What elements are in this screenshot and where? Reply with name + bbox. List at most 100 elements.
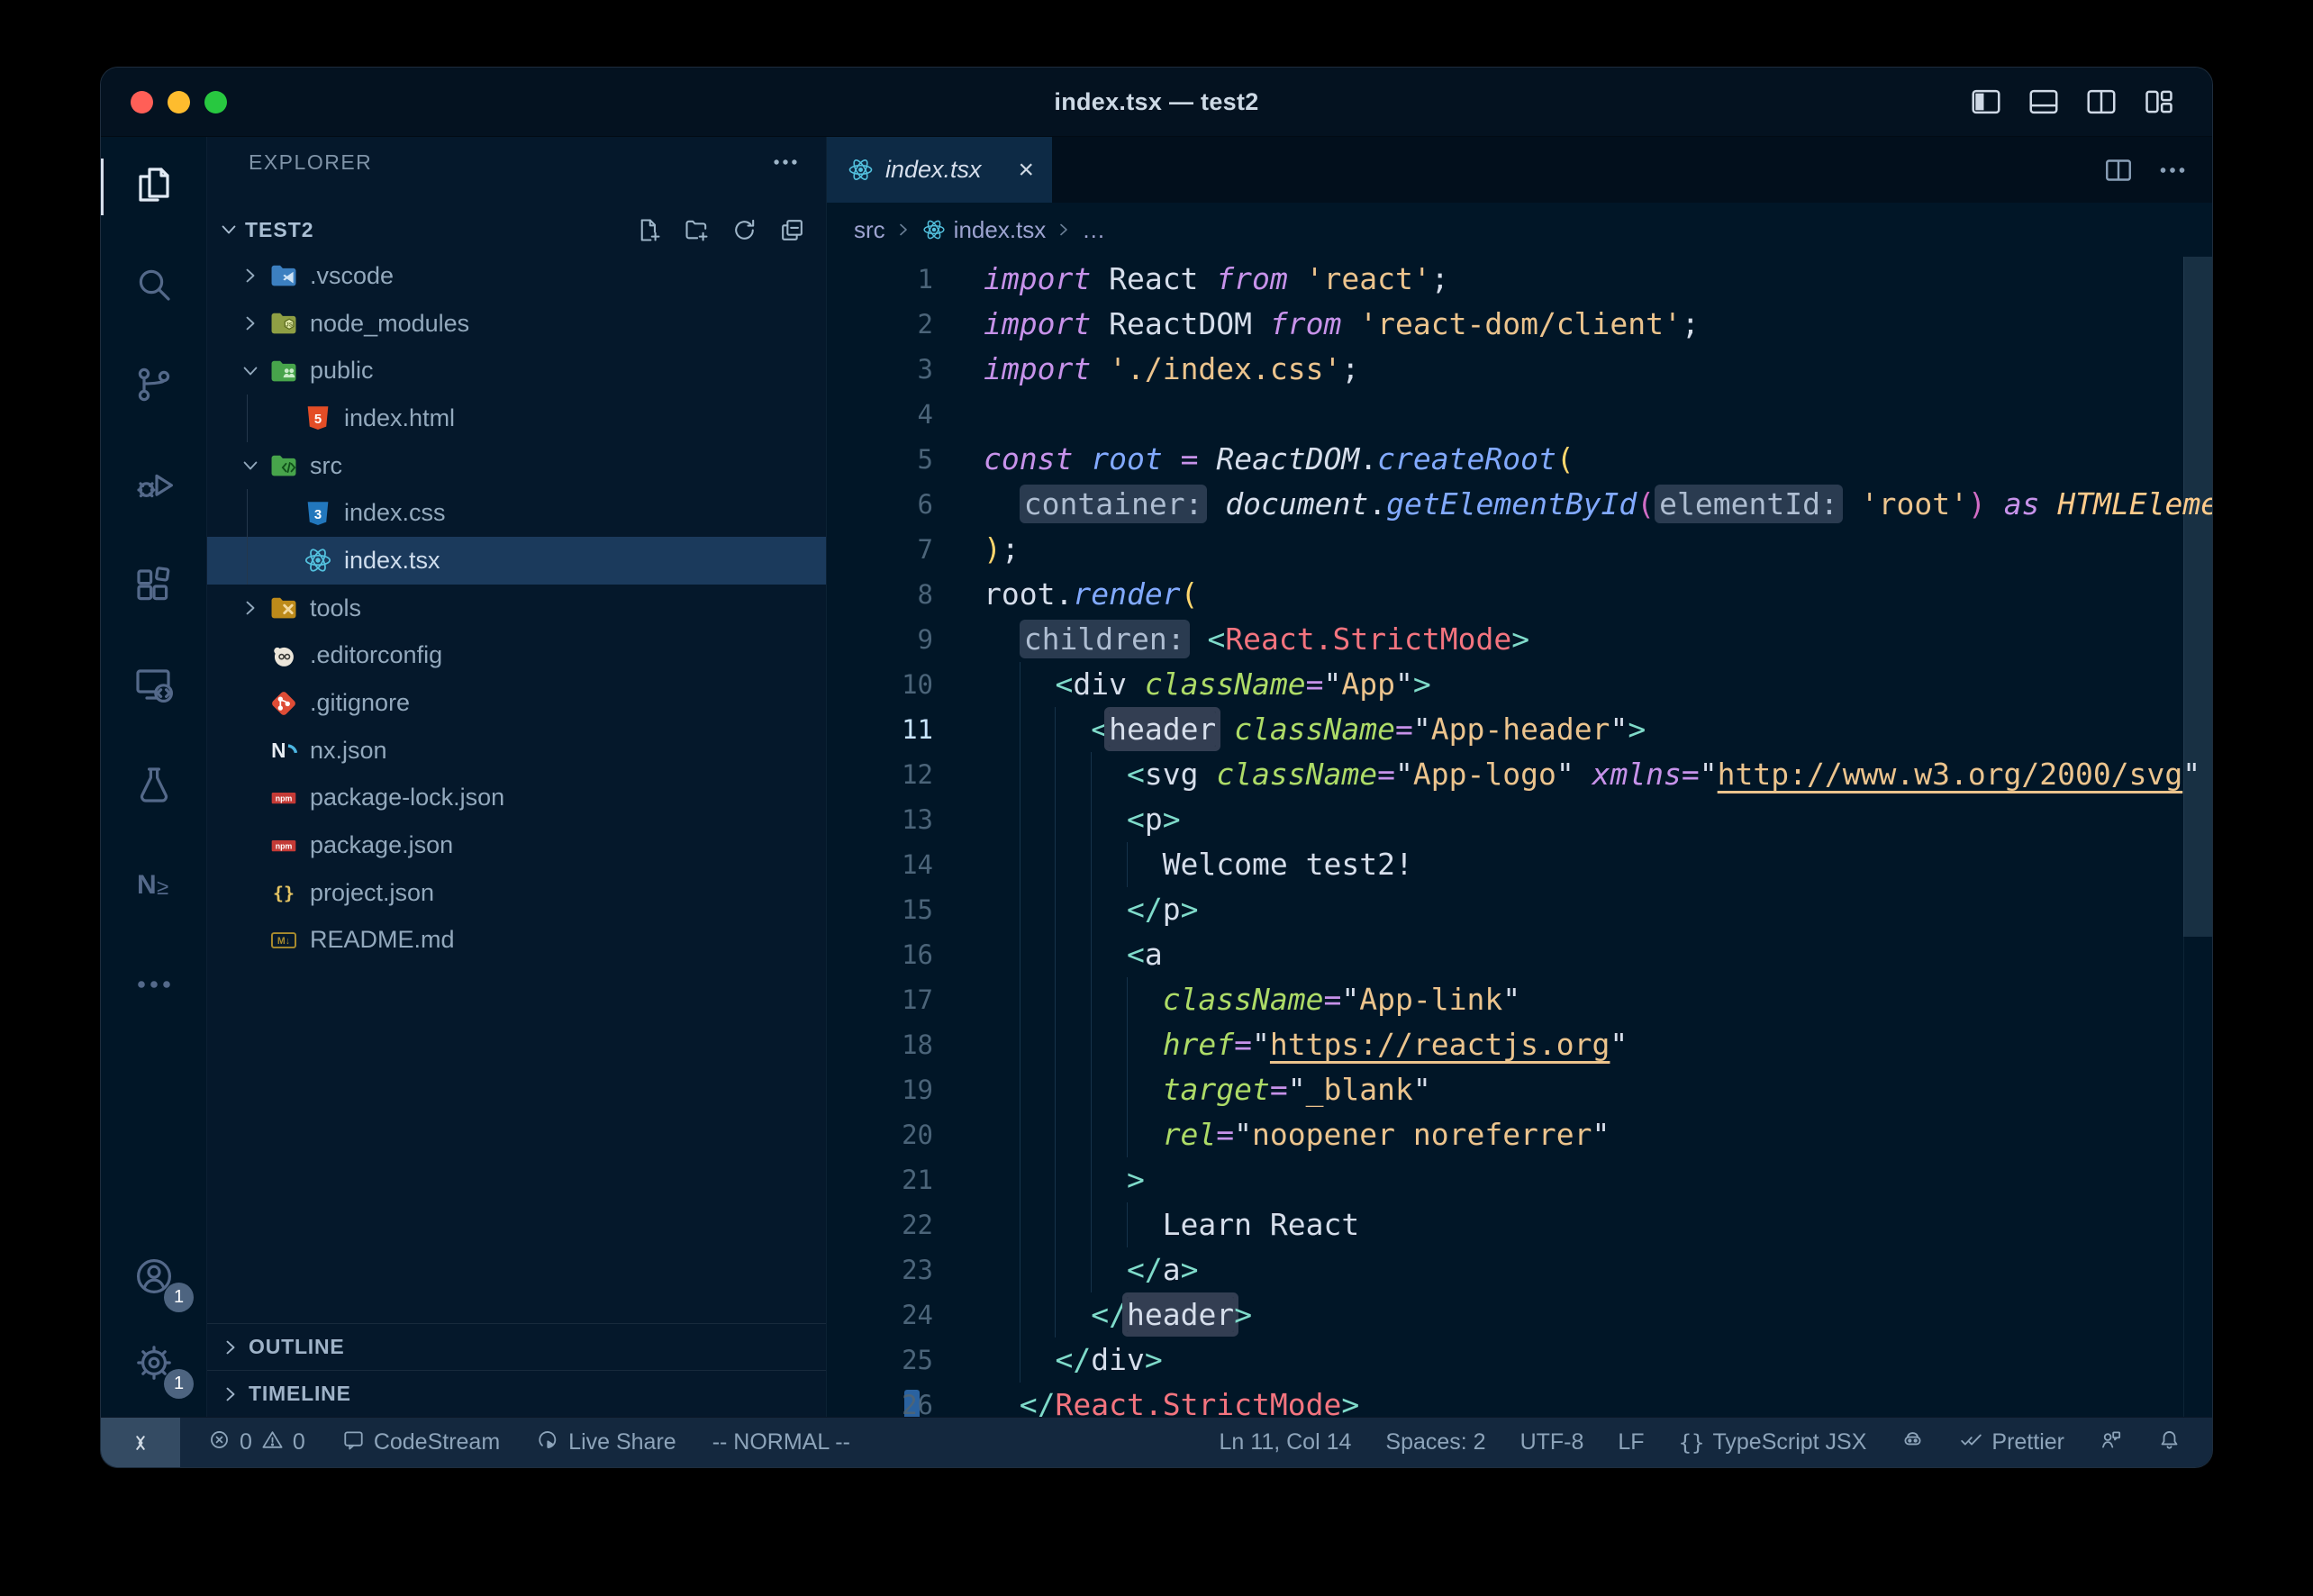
breadcrumb-item[interactable]: src — [854, 216, 885, 244]
tree-item-index-tsx[interactable]: index.tsx — [207, 537, 826, 585]
panel-outline[interactable]: OUTLINE — [207, 1323, 826, 1370]
code-line-18[interactable]: 18 href="https://reactjs.org" — [827, 1022, 2212, 1067]
layout-grid-icon[interactable] — [2142, 85, 2176, 119]
status-language-mode[interactable]: {}TypeScript JSX — [1679, 1429, 1867, 1455]
ellipsis-icon[interactable] — [2156, 154, 2189, 186]
chevron-down-icon[interactable] — [238, 358, 265, 384]
activity-nx-console[interactable]: N≥ — [101, 837, 206, 937]
tree-item-editorconfig[interactable]: .editorconfig — [207, 632, 826, 680]
chevron-down-icon[interactable] — [238, 453, 265, 478]
react-icon — [303, 545, 333, 576]
workspace-section-header[interactable]: TEST2 — [207, 207, 826, 252]
chevron-right-icon[interactable] — [238, 311, 265, 336]
close-tab-icon[interactable]: × — [1018, 157, 1034, 184]
remote-indicator[interactable] — [101, 1418, 180, 1467]
tree-item-nx-json[interactable]: Nnx.json — [207, 727, 826, 775]
code-line-9[interactable]: 9 children: <React.StrictMode> — [827, 617, 2212, 662]
code-line-24[interactable]: 24 </header> — [827, 1292, 2212, 1338]
bell-icon — [2157, 1428, 2181, 1458]
layout-panel-icon[interactable] — [2027, 85, 2061, 119]
markdown-icon: M↓ — [268, 925, 299, 956]
panel-timeline[interactable]: TIMELINE — [207, 1370, 826, 1417]
refresh-icon[interactable] — [730, 216, 758, 244]
tree-item-node-modules[interactable]: JSnode_modules — [207, 300, 826, 348]
split-editor-small-icon[interactable] — [2102, 154, 2135, 186]
tree-item-readme-md[interactable]: M↓README.md — [207, 917, 826, 965]
status-feedback[interactable] — [2099, 1428, 2123, 1458]
code-line-10[interactable]: 10 <div className="App"> — [827, 662, 2212, 707]
tree-item-vscode[interactable]: .vscode — [207, 252, 826, 300]
code-line-22[interactable]: 22 Learn React — [827, 1202, 2212, 1247]
tree-item-tools[interactable]: tools — [207, 585, 826, 632]
code-line-2[interactable]: 2import ReactDOM from 'react-dom/client'… — [827, 302, 2212, 347]
code-line-15[interactable]: 15 </p> — [827, 887, 2212, 932]
status-live-share[interactable]: Live Share — [536, 1428, 676, 1458]
code-line-26[interactable]: 26 </React.StrictMode> — [827, 1383, 2212, 1417]
status-problems[interactable]: 00 — [207, 1428, 305, 1458]
status-notifications[interactable] — [2157, 1428, 2181, 1458]
collapse-all-icon[interactable] — [778, 216, 806, 244]
code-line-17[interactable]: 17 className="App-link" — [827, 977, 2212, 1022]
chevron-right-icon[interactable] — [238, 595, 265, 621]
code-line-13[interactable]: 13 <p> — [827, 797, 2212, 842]
layout-sidebar-left-icon[interactable] — [1969, 85, 2003, 119]
code-line-16[interactable]: 16 <a — [827, 932, 2212, 977]
status-encoding[interactable]: UTF-8 — [1520, 1429, 1584, 1455]
activity-accounts[interactable]: 1 — [101, 1235, 206, 1321]
zoom-window-button[interactable] — [204, 91, 227, 113]
tree-item-project-json[interactable]: {}project.json — [207, 869, 826, 917]
split-editor-icon[interactable] — [2084, 85, 2118, 119]
activity-source-control[interactable] — [101, 337, 206, 437]
status-vim-mode[interactable]: -- NORMAL -- — [712, 1429, 850, 1455]
code-line-7[interactable]: 7); — [827, 527, 2212, 572]
tree-item-public[interactable]: public — [207, 347, 826, 394]
code-line-5[interactable]: 5const root = ReactDOM.createRoot( — [827, 437, 2212, 482]
activity-remote-explorer[interactable] — [101, 637, 206, 737]
activity-extensions[interactable] — [101, 537, 206, 637]
nx-file-icon: N — [268, 735, 299, 766]
code-line-6[interactable]: 6 container: document.getElementById(ele… — [827, 482, 2212, 527]
activity-search[interactable] — [101, 237, 206, 337]
close-window-button[interactable] — [131, 91, 153, 113]
code-line-20[interactable]: 20 rel="noopener noreferrer" — [827, 1112, 2212, 1157]
activity-run-debug[interactable] — [101, 437, 206, 537]
code-editor[interactable]: 1import React from 'react';2import React… — [827, 257, 2212, 1417]
new-file-icon[interactable] — [635, 216, 663, 244]
tree-item-src[interactable]: src — [207, 442, 826, 490]
chevron-spacer — [238, 928, 265, 953]
code-line-19[interactable]: 19 target="_blank" — [827, 1067, 2212, 1112]
activity-explorer[interactable] — [101, 137, 206, 237]
breadcrumb-item[interactable]: … — [1082, 216, 1105, 244]
minimize-window-button[interactable] — [168, 91, 190, 113]
explorer-more-actions-icon[interactable] — [770, 147, 801, 177]
code-line-14[interactable]: 14 Welcome test2! — [827, 842, 2212, 887]
new-folder-icon[interactable] — [683, 216, 711, 244]
status-cursor-position[interactable]: Ln 11, Col 14 — [1220, 1429, 1352, 1455]
code-line-4[interactable]: 4 — [827, 392, 2212, 437]
chevron-right-icon[interactable] — [238, 263, 265, 288]
code-line-21[interactable]: 21 > — [827, 1157, 2212, 1202]
activity-settings[interactable]: 1 — [101, 1321, 206, 1408]
tab-index-tsx[interactable]: index.tsx × — [827, 137, 1052, 203]
activity-testing[interactable] — [101, 737, 206, 837]
code-line-11[interactable]: 11 <header className="App-header"> — [827, 707, 2212, 752]
code-line-23[interactable]: 23 </a> — [827, 1247, 2212, 1292]
tree-item-index-css[interactable]: 3index.css — [207, 489, 826, 537]
tree-item-package-json[interactable]: npmpackage.json — [207, 821, 826, 869]
code-line-8[interactable]: 8root.render( — [827, 572, 2212, 617]
code-line-3[interactable]: 3import './index.css'; — [827, 347, 2212, 392]
react-icon — [921, 217, 947, 242]
status-prettier[interactable]: Prettier — [1959, 1428, 2064, 1458]
activity-more[interactable] — [101, 937, 206, 1037]
tree-item-package-lock-json[interactable]: npmpackage-lock.json — [207, 775, 826, 822]
status-indentation[interactable]: Spaces: 2 — [1385, 1429, 1485, 1455]
status-eol[interactable]: LF — [1618, 1429, 1644, 1455]
status-codestream[interactable]: CodeStream — [341, 1428, 500, 1458]
status-copilot[interactable] — [1900, 1428, 1925, 1458]
tree-item-index-html[interactable]: 5index.html — [207, 394, 826, 442]
breadcrumb-item[interactable]: index.tsx — [921, 216, 1047, 244]
tree-item-gitignore[interactable]: .gitignore — [207, 679, 826, 727]
code-line-12[interactable]: 12 <svg className="App-logo" xmlns="http… — [827, 752, 2212, 797]
code-line-25[interactable]: 25 </div> — [827, 1338, 2212, 1383]
code-line-1[interactable]: 1import React from 'react'; — [827, 257, 2212, 302]
